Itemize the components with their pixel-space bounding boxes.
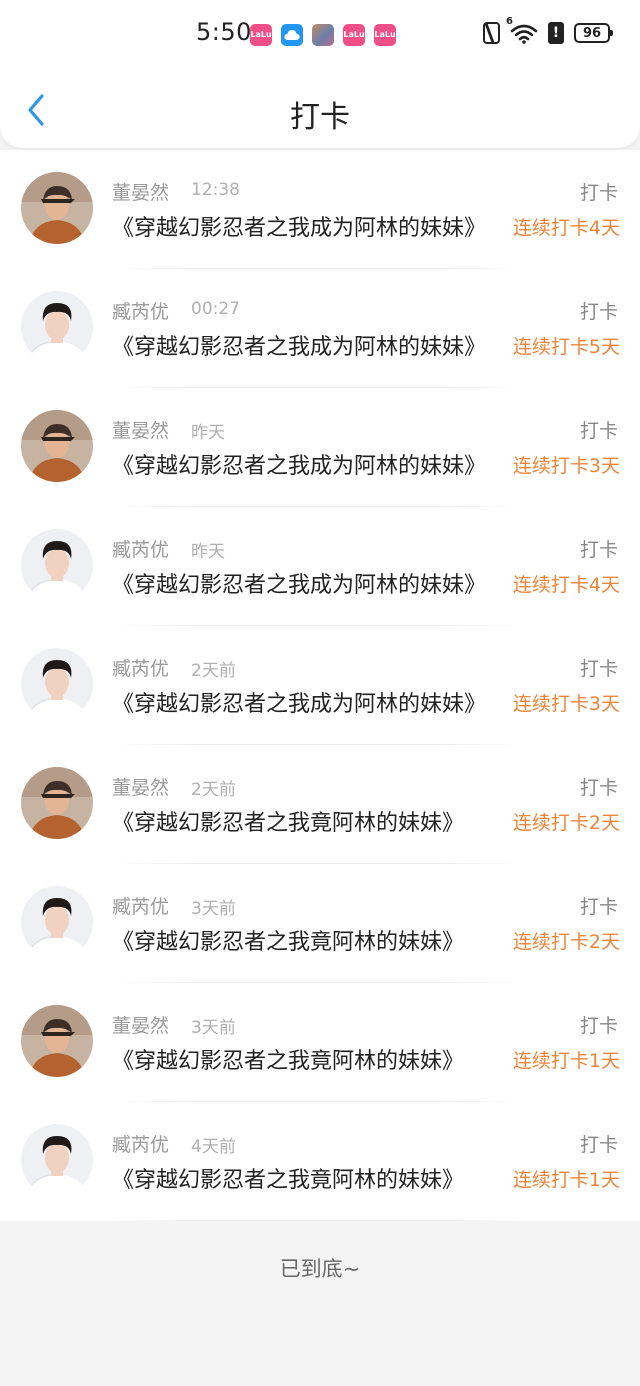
status-bar: 5:50 LaLu LaLu LaLu 6 ! 96 bbox=[0, 0, 640, 70]
page-title: 打卡 bbox=[290, 100, 350, 135]
user-name[interactable]: 臧芮优 bbox=[112, 892, 169, 919]
streak-badge: 连续打卡4天 bbox=[512, 217, 620, 239]
checkin-tag: 打卡 bbox=[579, 182, 618, 204]
checkin-time: 00:27 bbox=[191, 299, 240, 319]
lalu-app-icon: LaLu bbox=[374, 24, 396, 46]
lalu-app-icon: LaLu bbox=[250, 24, 272, 46]
status-time: 5:50 bbox=[196, 18, 252, 46]
avatar[interactable] bbox=[21, 291, 93, 363]
streak-badge: 连续打卡3天 bbox=[512, 455, 620, 477]
checkin-time: 昨天 bbox=[191, 542, 225, 562]
cloud-app-icon bbox=[281, 24, 303, 46]
user-name[interactable]: 董晏然 bbox=[112, 1011, 169, 1038]
checkin-record[interactable]: 董晏然 2天前 打卡《穿越幻影忍者之我竟阿林的妹妹》 连续打卡2天 bbox=[0, 745, 640, 864]
checkin-record[interactable]: 董晏然 12:38 打卡《穿越幻影忍者之我成为阿林的妹妹》 连续打卡4天 bbox=[0, 150, 640, 269]
streak-badge: 连续打卡1天 bbox=[512, 1050, 620, 1072]
checkin-record[interactable]: 臧芮优 4天前 打卡《穿越幻影忍者之我竟阿林的妹妹》 连续打卡1天 bbox=[0, 1102, 640, 1221]
streak-badge: 连续打卡2天 bbox=[512, 812, 620, 834]
avatar[interactable] bbox=[21, 529, 93, 601]
checkin-time: 3天前 bbox=[191, 899, 236, 919]
avatar[interactable] bbox=[21, 1124, 93, 1196]
checkin-tag: 打卡 bbox=[579, 777, 618, 799]
system-icons: 6 ! 96 bbox=[483, 16, 613, 44]
nfc-icon bbox=[483, 22, 500, 44]
checkin-time: 2天前 bbox=[191, 780, 236, 800]
alert-icon: ! bbox=[548, 22, 564, 44]
book-title[interactable]: 《穿越幻影忍者之我竟阿林的妹妹》 bbox=[112, 1043, 502, 1075]
book-title[interactable]: 《穿越幻影忍者之我竟阿林的妹妹》 bbox=[112, 805, 502, 837]
book-title[interactable]: 《穿越幻影忍者之我成为阿林的妹妹》 bbox=[112, 210, 502, 242]
game-app-icon bbox=[312, 24, 334, 46]
streak-badge: 连续打卡3天 bbox=[512, 693, 620, 715]
streak-badge: 连续打卡4天 bbox=[512, 574, 620, 596]
avatar[interactable] bbox=[21, 1005, 93, 1077]
book-title[interactable]: 《穿越幻影忍者之我成为阿林的妹妹》 bbox=[112, 448, 502, 480]
user-name[interactable]: 臧芮优 bbox=[112, 297, 169, 324]
checkin-time: 12:38 bbox=[191, 180, 240, 200]
user-name[interactable]: 董晏然 bbox=[112, 178, 169, 205]
wifi-icon: 6 bbox=[506, 16, 538, 44]
checkin-record[interactable]: 臧芮优 00:27 打卡《穿越幻影忍者之我成为阿林的妹妹》 连续打卡5天 bbox=[0, 269, 640, 388]
avatar[interactable] bbox=[21, 172, 93, 244]
checkin-tag: 打卡 bbox=[579, 896, 618, 918]
checkin-time: 4天前 bbox=[191, 1137, 236, 1157]
checkin-time: 昨天 bbox=[191, 423, 225, 443]
checkin-tag: 打卡 bbox=[579, 420, 618, 442]
book-title[interactable]: 《穿越幻影忍者之我成为阿林的妹妹》 bbox=[112, 686, 502, 718]
user-name[interactable]: 董晏然 bbox=[112, 773, 169, 800]
checkin-time: 3天前 bbox=[191, 1018, 236, 1038]
book-title[interactable]: 《穿越幻影忍者之我成为阿林的妹妹》 bbox=[112, 329, 502, 361]
checkin-record[interactable]: 董晏然 昨天 打卡《穿越幻影忍者之我成为阿林的妹妹》 连续打卡3天 bbox=[0, 388, 640, 507]
signal-type-label: 6 bbox=[506, 16, 513, 27]
checkin-record[interactable]: 董晏然 3天前 打卡《穿越幻影忍者之我竟阿林的妹妹》 连续打卡1天 bbox=[0, 983, 640, 1102]
book-title[interactable]: 《穿越幻影忍者之我成为阿林的妹妹》 bbox=[112, 567, 502, 599]
checkin-tag: 打卡 bbox=[579, 1134, 618, 1156]
book-title[interactable]: 《穿越幻影忍者之我竟阿林的妹妹》 bbox=[112, 924, 502, 956]
checkin-record[interactable]: 臧芮优 昨天 打卡《穿越幻影忍者之我成为阿林的妹妹》 连续打卡4天 bbox=[0, 507, 640, 626]
checkin-record[interactable]: 臧芮优 2天前 打卡《穿越幻影忍者之我成为阿林的妹妹》 连续打卡3天 bbox=[0, 626, 640, 745]
streak-badge: 连续打卡2天 bbox=[512, 931, 620, 953]
streak-badge: 连续打卡5天 bbox=[512, 336, 620, 358]
lalu-app-icon: LaLu bbox=[343, 24, 365, 46]
user-name[interactable]: 臧芮优 bbox=[112, 535, 169, 562]
checkin-list: 董晏然 12:38 打卡 《穿越幻影忍者之我成为阿林的妹妹》 连续打卡4天 臧芮优 00:2… bbox=[0, 150, 640, 1221]
checkin-tag: 打卡 bbox=[579, 1015, 618, 1037]
book-title[interactable]: 《穿越幻影忍者之我竟阿林的妹妹》 bbox=[112, 1162, 502, 1194]
avatar[interactable] bbox=[21, 410, 93, 482]
notification-icons: LaLu LaLu LaLu bbox=[250, 24, 396, 46]
end-of-list-text: 已到底~ bbox=[279, 1257, 361, 1281]
checkin-tag: 打卡 bbox=[579, 301, 618, 323]
avatar[interactable] bbox=[21, 767, 93, 839]
streak-badge: 连续打卡1天 bbox=[512, 1169, 620, 1191]
avatar[interactable] bbox=[21, 648, 93, 720]
user-name[interactable]: 董晏然 bbox=[112, 416, 169, 443]
user-name[interactable]: 臧芮优 bbox=[112, 1130, 169, 1157]
checkin-time: 2天前 bbox=[191, 661, 236, 681]
checkin-tag: 打卡 bbox=[579, 658, 618, 680]
user-name[interactable]: 臧芮优 bbox=[112, 654, 169, 681]
checkin-tag: 打卡 bbox=[579, 539, 618, 561]
list-footer: 已到底~ bbox=[0, 1221, 640, 1386]
battery-indicator: 96 bbox=[574, 23, 613, 43]
avatar[interactable] bbox=[21, 886, 93, 958]
checkin-record[interactable]: 臧芮优 3天前 打卡《穿越幻影忍者之我竟阿林的妹妹》 连续打卡2天 bbox=[0, 864, 640, 983]
page-header: 打卡 bbox=[0, 70, 640, 148]
